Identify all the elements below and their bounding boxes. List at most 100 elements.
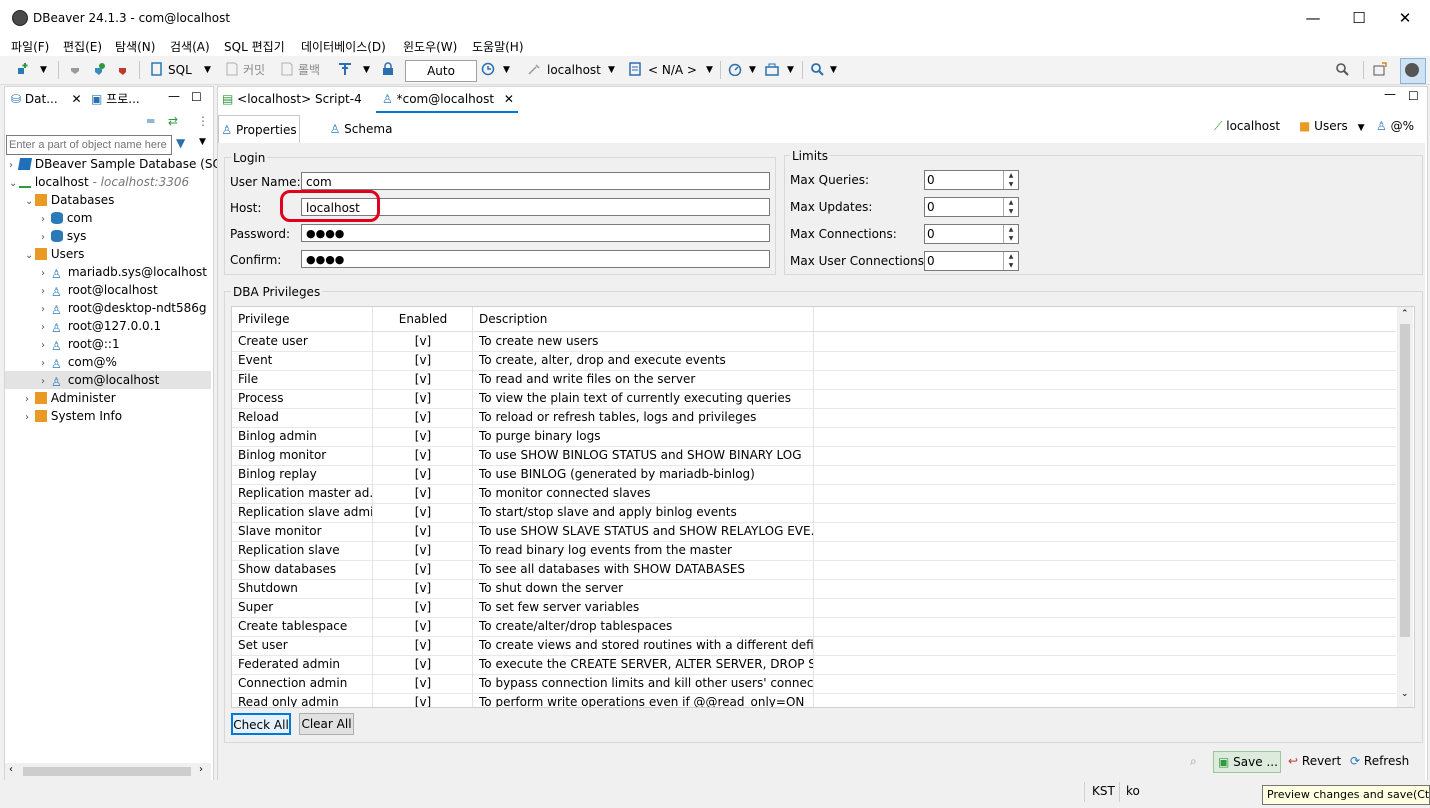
chevron-down-icon[interactable]: ▼: [40, 60, 47, 80]
chevron-down-icon[interactable]: ▼: [787, 60, 794, 80]
enabled-cell[interactable]: [v]: [372, 446, 473, 465]
scrollbar-thumb[interactable]: [23, 767, 191, 776]
chevron-down-icon[interactable]: ⌄: [25, 193, 35, 211]
menu-help[interactable]: 도움말(H): [472, 38, 524, 55]
chevron-down-icon[interactable]: ▼: [503, 60, 510, 80]
tree-item-user[interactable]: › ♙ root@desktop-ndt586g: [41, 299, 207, 317]
chevron-down-icon[interactable]: ⌄: [25, 247, 35, 265]
header-datasource[interactable]: ⟋ localhost: [1214, 119, 1280, 134]
enabled-cell[interactable]: [v]: [372, 332, 473, 351]
enabled-cell[interactable]: [v]: [372, 408, 473, 427]
tree-item-user[interactable]: › ♙ mariadb.sys@localhost: [41, 263, 207, 281]
dashboard-gauge-icon[interactable]: [728, 62, 742, 76]
spin-up-icon[interactable]: ▲: [1003, 198, 1018, 207]
subtab-schema-privileges[interactable]: ♙ Schema Privileges: [300, 115, 422, 164]
view-menu-icon[interactable]: ⋮: [197, 114, 209, 128]
maximize-editor-icon[interactable]: ☐: [1408, 89, 1419, 103]
tab-database-navigator[interactable]: ⛁ Dat... ✕: [11, 87, 82, 111]
tree-item-user[interactable]: › ♙ root@127.0.0.1: [41, 317, 161, 335]
connect-plug-icon[interactable]: [68, 62, 82, 76]
lock-icon[interactable]: [381, 62, 395, 76]
rollback-icon[interactable]: [280, 62, 294, 76]
commit-icon[interactable]: [225, 62, 239, 76]
filter-icon[interactable]: ▼: [176, 136, 185, 150]
close-icon[interactable]: ✕: [504, 92, 514, 106]
transaction-mode-icon[interactable]: [338, 62, 352, 76]
chevron-down-icon[interactable]: ▼: [749, 60, 756, 80]
enabled-cell[interactable]: [v]: [372, 693, 473, 707]
table-row[interactable]: Shutdown [v] To shut down the server: [232, 579, 1396, 599]
table-row[interactable]: Create user [v] To create new users: [232, 332, 1396, 352]
spin-down-icon[interactable]: ▼: [1003, 261, 1018, 270]
column-header-description[interactable]: Description: [472, 307, 814, 331]
reconnect-icon[interactable]: [92, 62, 106, 76]
header-users-folder[interactable]: ■ Users ▼: [1299, 119, 1365, 133]
spin-down-icon[interactable]: ▼: [1003, 180, 1018, 189]
tree-item-administer[interactable]: › Administer: [25, 389, 116, 407]
confirm-password-field[interactable]: ●●●●: [301, 250, 770, 268]
max-updates-spinner[interactable]: 0 ▲ ▼: [924, 197, 1019, 217]
save-button[interactable]: ▣ Save ...: [1213, 751, 1281, 773]
enabled-cell[interactable]: [v]: [372, 522, 473, 541]
collapse-all-icon[interactable]: ═: [147, 114, 154, 128]
scroll-down-icon[interactable]: ⌄: [1401, 689, 1409, 699]
transaction-mode-field[interactable]: Auto: [405, 60, 477, 82]
new-connection-icon[interactable]: [16, 62, 30, 76]
tree-item-user-selected[interactable]: › ♙ com@localhost: [5, 371, 211, 389]
chevron-down-icon[interactable]: ▼: [204, 60, 211, 80]
maximize-button[interactable]: ☐: [1336, 0, 1382, 36]
commit-button[interactable]: 커밋: [243, 60, 265, 80]
chevron-down-icon[interactable]: ▼: [199, 137, 206, 147]
column-header-enabled[interactable]: Enabled: [372, 307, 473, 331]
spin-up-icon[interactable]: ▲: [1003, 225, 1018, 234]
enabled-cell[interactable]: [v]: [372, 579, 473, 598]
active-datasource[interactable]: localhost: [547, 60, 601, 80]
tree-item-localhost[interactable]: ⌄ localhost - localhost:3306: [9, 173, 189, 191]
tree-item-db-com[interactable]: › com: [41, 209, 92, 227]
minimize-button[interactable]: —: [1290, 0, 1336, 36]
table-row[interactable]: Create tablespace [v] To create/alter/drop…: [232, 617, 1396, 637]
minimize-view-icon[interactable]: —: [168, 89, 180, 103]
menu-search[interactable]: 검색(A): [170, 38, 210, 55]
search-icon[interactable]: [810, 62, 824, 76]
table-row[interactable]: Slave monitor [v] To use SHOW SLAVE STATUS…: [232, 522, 1396, 542]
table-row[interactable]: Read only admin [v] To perform write opera…: [232, 693, 1396, 707]
table-row[interactable]: Connection admin [v] To bypass connection …: [232, 674, 1396, 694]
object-filter-input[interactable]: [6, 135, 172, 155]
tab-com-localhost[interactable]: ♙ *com@localhost ✕: [376, 87, 518, 113]
menu-sql-editor[interactable]: SQL 편집기: [224, 38, 285, 55]
enabled-cell[interactable]: [v]: [372, 389, 473, 408]
scroll-up-icon[interactable]: ⌃: [1401, 309, 1409, 319]
rollback-button[interactable]: 롤백: [298, 60, 320, 80]
table-row[interactable]: Set user [v] To create views and stored ro…: [232, 636, 1396, 656]
refresh-button[interactable]: ⟳ Refresh: [1350, 754, 1409, 768]
minimize-editor-icon[interactable]: —: [1384, 87, 1396, 101]
spin-up-icon[interactable]: ▲: [1003, 171, 1018, 180]
menu-navigate[interactable]: 탐색(N): [115, 38, 155, 55]
max-connections-spinner[interactable]: 0 ▲ ▼: [924, 224, 1019, 244]
table-row[interactable]: Binlog monitor [v] To use SHOW BINLOG STAT…: [232, 446, 1396, 466]
enabled-cell[interactable]: [v]: [372, 636, 473, 655]
tree-item-databases[interactable]: ⌄ Databases: [25, 191, 114, 209]
table-row[interactable]: Process [v] To view the plain text of curr…: [232, 389, 1396, 409]
password-field[interactable]: ●●●●: [301, 224, 770, 242]
chevron-down-icon[interactable]: ▼: [363, 60, 370, 80]
table-row[interactable]: Replication slave admin [v] To start/stop …: [232, 503, 1396, 523]
table-row[interactable]: Binlog admin [v] To purge binary logs: [232, 427, 1396, 447]
max-queries-spinner[interactable]: 0 ▲ ▼: [924, 170, 1019, 190]
close-icon[interactable]: ✕: [71, 92, 81, 106]
subtab-properties[interactable]: ♙ Properties: [218, 115, 300, 144]
tree-item-user[interactable]: › ♙ root@::1: [41, 335, 120, 353]
enabled-cell[interactable]: [v]: [372, 674, 473, 693]
chevron-down-icon[interactable]: ▼: [1358, 123, 1365, 133]
enabled-cell[interactable]: [v]: [372, 370, 473, 389]
chevron-down-icon[interactable]: ▼: [608, 60, 615, 80]
table-row[interactable]: Replication master ad... [v] To monitor co…: [232, 484, 1396, 504]
user-name-field[interactable]: com: [301, 172, 770, 190]
table-row[interactable]: Binlog replay [v] To use BINLOG (generated…: [232, 465, 1396, 485]
scrollbar-thumb[interactable]: [1400, 324, 1410, 637]
table-row[interactable]: Federated admin [v] To execute the CREATE …: [232, 655, 1396, 675]
revert-button[interactable]: ↩ Revert: [1288, 754, 1341, 768]
global-search-icon[interactable]: [1335, 62, 1349, 76]
column-header-privilege[interactable]: Privilege: [238, 307, 372, 331]
